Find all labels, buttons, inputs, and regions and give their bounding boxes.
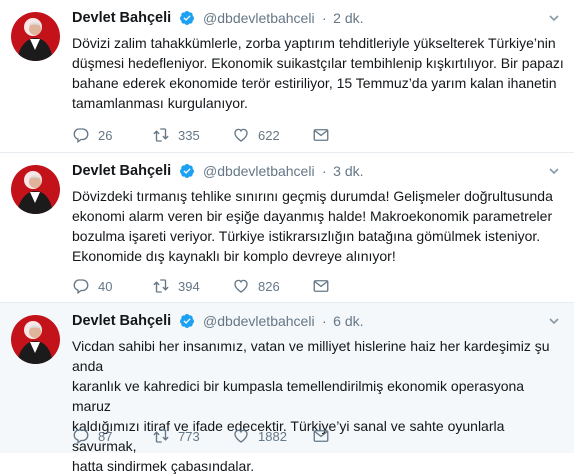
verified-badge-icon [179,313,194,328]
heart-icon [234,429,248,443]
retweet-button[interactable]: 394 [152,276,200,296]
tweet-text: Vicdan sahibi her insanımız, vatan ve mi… [72,338,550,474]
retweet-icon [153,128,169,142]
retweet-button[interactable]: 335 [152,125,200,145]
reply-count: 40 [98,278,113,294]
handle[interactable]: @dbdevletbahceli [203,10,315,26]
avatar-image [11,12,60,61]
heart-icon [234,279,248,293]
separator: · [322,162,327,179]
envelope-icon [313,129,329,141]
reply-icon [73,128,89,144]
reply-icon [73,429,89,445]
timestamp[interactable]: 6 dk. [333,313,363,329]
chevron-down-icon[interactable] [548,12,560,24]
tweet-text: Dövizi zalim tahakkümlerle, zorba yaptır… [72,35,564,111]
envelope-icon [313,280,329,292]
direct-message-button[interactable] [312,125,338,145]
retweet-icon [153,279,169,293]
reply-icon [73,279,89,295]
direct-message-button[interactable] [312,276,338,296]
retweet-count: 335 [178,127,200,143]
reply-count: 87 [98,428,113,444]
retweet-count: 773 [178,428,200,444]
chevron-down-icon[interactable] [548,315,560,327]
like-count: 826 [258,278,280,294]
display-name[interactable]: Devlet Bahçeli [72,163,171,179]
separator: · [322,312,327,329]
direct-message-button[interactable] [312,426,338,446]
avatar-image [11,165,60,214]
avatar[interactable] [11,315,60,364]
handle[interactable]: @dbdevletbahceli [203,313,315,329]
avatar-image [11,315,60,364]
separator: · [322,9,327,26]
retweet-icon [153,429,169,443]
tweet-header: Devlet Bahçeli @dbdevletbahceli · 3 dk. [72,162,566,182]
display-name[interactable]: Devlet Bahçeli [72,313,171,329]
retweet-count: 394 [178,278,200,294]
reply-button[interactable]: 87 [72,426,112,446]
avatar[interactable] [11,165,60,214]
tweet[interactable]: Devlet Bahçeli @dbdevletbahceli · 2 dk. … [0,0,574,153]
retweet-button[interactable]: 773 [152,426,200,446]
reply-count: 26 [98,127,113,143]
handle[interactable]: @dbdevletbahceli [203,163,315,179]
heart-icon [234,128,248,142]
tweet-feed: Devlet Bahçeli @dbdevletbahceli · 2 dk. … [0,0,574,474]
tweet-text: Dövizdeki tırmanış tehlike sınırını geçm… [72,188,553,264]
timestamp[interactable]: 3 dk. [333,163,363,179]
verified-badge-icon [179,10,194,25]
display-name[interactable]: Devlet Bahçeli [72,10,171,26]
timestamp[interactable]: 2 dk. [333,10,363,26]
chevron-down-icon[interactable] [548,165,560,177]
like-button[interactable]: 1882 [232,426,287,446]
envelope-icon [313,430,329,442]
verified-badge-icon [179,163,194,178]
reply-button[interactable]: 26 [72,125,112,145]
reply-button[interactable]: 40 [72,276,112,296]
tweet[interactable]: Devlet Bahçeli @dbdevletbahceli · 3 dk. … [0,153,574,303]
like-button[interactable]: 826 [232,276,280,296]
tweet-header: Devlet Bahçeli @dbdevletbahceli · 2 dk. [72,9,566,29]
tweet[interactable]: Devlet Bahçeli @dbdevletbahceli · 6 dk. … [0,303,574,474]
tweet-header: Devlet Bahçeli @dbdevletbahceli · 6 dk. [72,312,566,332]
like-count: 1882 [258,428,287,444]
like-count: 622 [258,127,280,143]
like-button[interactable]: 622 [232,125,280,145]
avatar[interactable] [11,12,60,61]
